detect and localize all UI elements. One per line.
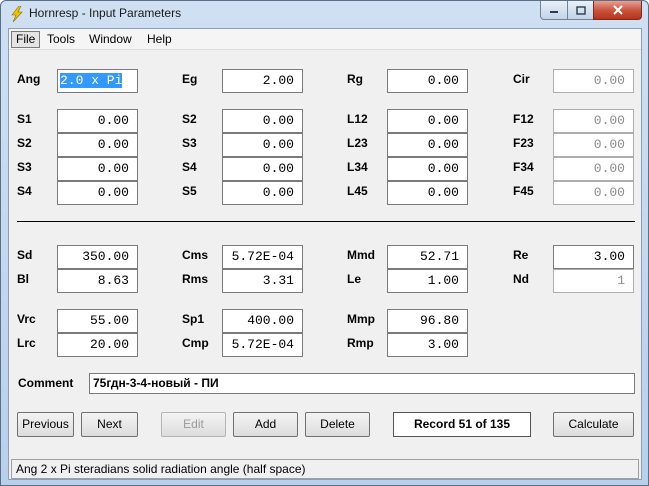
label-ang: Ang (17, 72, 41, 86)
label-le: Le (347, 272, 362, 286)
field-le[interactable]: 1.00 (387, 269, 468, 293)
label-s1: S1 (17, 112, 32, 126)
label-l12: L12 (347, 112, 368, 126)
menu-help[interactable]: Help (143, 31, 176, 48)
field-s2[interactable]: 0.00 (222, 109, 303, 133)
label-f45: F45 (513, 184, 534, 198)
label-s2: S2 (182, 112, 197, 126)
minimize-button[interactable] (540, 1, 568, 20)
label-mmd: Mmd (347, 248, 375, 262)
label-sp1: Sp1 (182, 312, 205, 326)
field-sp1[interactable]: 400.00 (222, 309, 303, 333)
close-icon (612, 5, 623, 15)
label-l34: L34 (347, 160, 368, 174)
label-mmp: Mmp (347, 312, 375, 326)
field-cmp[interactable]: 5.72E-04 (222, 333, 303, 357)
label-bl: Bl (17, 272, 29, 286)
field-l23[interactable]: 0.00 (387, 133, 468, 157)
field-rms[interactable]: 3.31 (222, 269, 303, 293)
field-cir[interactable]: 0.00 (553, 69, 634, 93)
field-s4[interactable]: 0.00 (222, 157, 303, 181)
field-l34[interactable]: 0.00 (387, 157, 468, 181)
label-cms: Cms (182, 248, 209, 262)
label-rmp: Rmp (347, 336, 374, 350)
field-s3[interactable]: 0.00 (222, 133, 303, 157)
field-mmd[interactable]: 52.71 (387, 245, 468, 269)
field-vrc[interactable]: 55.00 (57, 309, 138, 333)
label-comment: Comment (18, 376, 74, 390)
next-button[interactable]: Next (81, 412, 138, 437)
label-eg: Eg (182, 72, 198, 86)
label-rg: Rg (347, 72, 363, 86)
field-nd[interactable]: 1 (553, 269, 634, 293)
label-re: Re (513, 248, 529, 262)
status-bar: Ang 2 x Pi steradians solid radiation an… (11, 459, 639, 479)
field-eg[interactable]: 2.00 (222, 69, 303, 93)
field-s1[interactable]: 0.00 (57, 109, 138, 133)
field-lrc[interactable]: 20.00 (57, 333, 138, 357)
label-nd: Nd (513, 272, 529, 286)
field-rg[interactable]: 0.00 (387, 69, 468, 93)
title-bar: Hornresp - Input Parameters (1, 1, 648, 28)
field-s2-row2[interactable]: 0.00 (57, 133, 138, 157)
field-cms[interactable]: 5.72E-04 (222, 245, 303, 269)
label-sd: Sd (17, 248, 33, 262)
comment-field[interactable]: 75гдн-3-4-новый - ПИ (89, 373, 635, 394)
label-f34: F34 (513, 160, 534, 174)
field-sd[interactable]: 350.00 (57, 245, 138, 269)
label-s5: S5 (182, 184, 197, 198)
delete-button[interactable]: Delete (305, 412, 370, 437)
minimize-icon (550, 11, 558, 13)
window-title: Hornresp - Input Parameters (29, 6, 182, 20)
label-s4: S4 (182, 160, 197, 174)
previous-button[interactable]: Previous (17, 412, 74, 437)
field-s3-row3[interactable]: 0.00 (57, 157, 138, 181)
field-f45[interactable]: 0.00 (553, 181, 634, 205)
field-rmp[interactable]: 3.00 (387, 333, 468, 357)
label-f12: F12 (513, 112, 534, 126)
app-window: Hornresp - Input Parameters File Tools W… (0, 0, 649, 486)
label-rms: Rms (182, 272, 209, 286)
field-s5[interactable]: 0.00 (222, 181, 303, 205)
label-s4-row4: S4 (17, 184, 32, 198)
field-ang-value: 2.0 x Pi (60, 73, 123, 88)
field-s4-row4[interactable]: 0.00 (57, 181, 138, 205)
calculate-button[interactable]: Calculate (553, 412, 634, 437)
maximize-button[interactable] (567, 1, 594, 20)
field-f23[interactable]: 0.00 (553, 133, 634, 157)
field-bl[interactable]: 8.63 (57, 269, 138, 293)
label-lrc: Lrc (17, 336, 36, 350)
menu-tools[interactable]: Tools (43, 31, 79, 48)
label-s3-row3: S3 (17, 160, 32, 174)
maximize-icon (575, 5, 586, 15)
add-button[interactable]: Add (233, 412, 298, 437)
edit-button[interactable]: Edit (161, 412, 226, 437)
lightning-icon (11, 6, 23, 22)
label-l45: L45 (347, 184, 368, 198)
label-vrc: Vrc (17, 312, 36, 326)
field-mmp[interactable]: 96.80 (387, 309, 468, 333)
input-parameters-panel: File Tools Window Help Ang 2.0 x Pi Eg 2… (8, 28, 642, 480)
field-f34[interactable]: 0.00 (553, 157, 634, 181)
label-cir: Cir (513, 72, 530, 86)
field-ang[interactable]: 2.0 x Pi (57, 69, 138, 93)
field-l45[interactable]: 0.00 (387, 181, 468, 205)
field-f12[interactable]: 0.00 (553, 109, 634, 133)
close-button[interactable] (593, 1, 642, 20)
label-s2-row2: S2 (17, 136, 32, 150)
label-cmp: Cmp (182, 336, 209, 350)
label-f23: F23 (513, 136, 534, 150)
menu-window[interactable]: Window (85, 31, 136, 48)
label-l23: L23 (347, 136, 368, 150)
field-l12[interactable]: 0.00 (387, 109, 468, 133)
record-indicator: Record 51 of 135 (393, 412, 531, 437)
field-re[interactable]: 3.00 (553, 245, 634, 269)
label-s3: S3 (182, 136, 197, 150)
menu-bar: File Tools Window Help (9, 29, 641, 50)
menu-file[interactable]: File (11, 31, 41, 48)
section-divider (17, 221, 635, 223)
